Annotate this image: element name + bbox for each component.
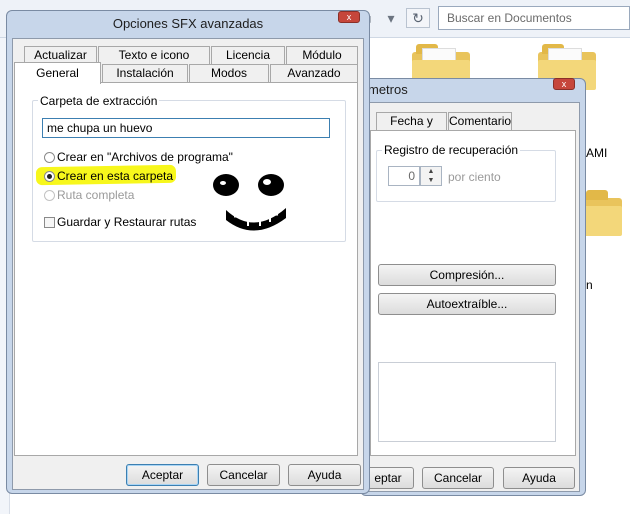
help-button[interactable]: Ayuda (288, 464, 361, 486)
cancel-button[interactable]: Cancelar (207, 464, 280, 486)
radio-full-path[interactable] (44, 190, 55, 201)
tab-module[interactable]: Módulo (286, 46, 358, 64)
radio-program-files[interactable] (44, 152, 55, 163)
accept-button[interactable]: Aceptar (126, 464, 199, 486)
recovery-group-label: Registro de recuperación (382, 143, 521, 157)
help-button[interactable]: Ayuda (503, 467, 575, 489)
extraction-path-input[interactable]: me chupa un huevo (42, 118, 330, 138)
comment-area[interactable] (378, 362, 556, 442)
tab-advanced[interactable]: Avanzado (270, 64, 358, 82)
dropdown-icon[interactable]: ▾ (380, 8, 402, 28)
option-this-folder-label: Crear en esta carpeta (57, 169, 174, 183)
spin-arrows-icon[interactable]: ▲ ▼ (420, 166, 442, 186)
search-input[interactable]: Buscar en Documentos (438, 6, 630, 30)
save-restore-checkbox[interactable] (44, 217, 55, 228)
tab-general[interactable]: General (14, 62, 101, 84)
tab-license[interactable]: Licencia (211, 46, 285, 64)
cancel-button[interactable]: Cancelar (422, 467, 494, 489)
extraction-folder-label: Carpeta de extracción (38, 94, 160, 108)
tab-date-time[interactable]: Fecha y hora (376, 112, 447, 145)
refresh-button[interactable]: ↻ (406, 8, 430, 28)
folder-label: n (586, 278, 593, 292)
recovery-unit: por ciento (448, 170, 501, 184)
window-title: Opciones SFX avanzadas (112, 16, 264, 31)
option-program-files-label: Crear en "Archivos de programa" (57, 150, 233, 164)
save-restore-label: Guardar y Restaurar rutas (57, 215, 197, 229)
tab-text-icon[interactable]: Texto e icono (98, 46, 210, 64)
window-title: metros (368, 82, 408, 97)
radio-this-folder[interactable] (44, 171, 55, 182)
tab-comment[interactable]: Comentario (448, 112, 512, 130)
folder-icon[interactable] (582, 190, 622, 236)
tab-installation[interactable]: Instalación (102, 64, 188, 82)
compression-button[interactable]: Compresión... (378, 264, 556, 286)
folder-label: AMI (586, 146, 608, 160)
close-icon[interactable]: x (338, 11, 360, 23)
tab-modes[interactable]: Modos (189, 64, 269, 82)
option-full-path-label: Ruta completa (57, 188, 135, 202)
recovery-spin-input[interactable]: 0 (388, 166, 420, 186)
smiley-doodle (213, 174, 286, 231)
close-icon[interactable]: x (553, 78, 575, 90)
sfx-options-button[interactable]: Autoextraíble... (378, 293, 556, 315)
